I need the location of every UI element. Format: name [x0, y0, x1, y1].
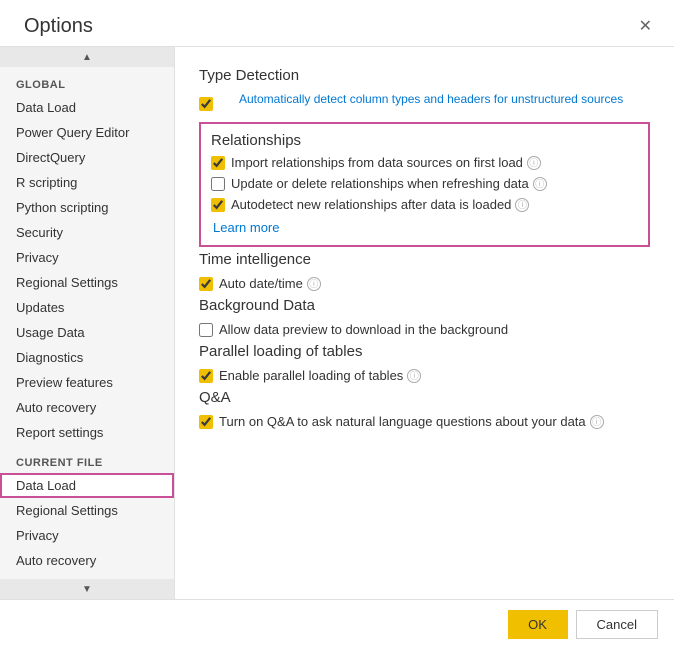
background-data-title: Background Data	[199, 297, 650, 314]
sidebar-item-cf-data-load[interactable]: Data Load	[0, 473, 174, 498]
sidebar-item-diagnostics[interactable]: Diagnostics	[0, 345, 174, 370]
sidebar-item-report-settings[interactable]: Report settings	[0, 420, 174, 445]
relationships-checkbox-3[interactable]	[211, 198, 225, 212]
sidebar-item-cf-auto-recovery[interactable]: Auto recovery	[0, 548, 174, 573]
info-icon-3: ⓘ	[515, 198, 529, 212]
qa-section: Q&A Turn on Q&A to ask natural language …	[199, 389, 650, 429]
sidebar-item-security[interactable]: Security	[0, 220, 174, 245]
qa-label: Turn on Q&A to ask natural language ques…	[219, 414, 586, 429]
dialog-title: Options	[24, 15, 93, 38]
background-data-label: Allow data preview to download in the ba…	[219, 322, 508, 337]
sidebar-item-preview-features[interactable]: Preview features	[0, 370, 174, 395]
time-intelligence-option: Auto date/time ⓘ	[199, 276, 650, 291]
qa-title: Q&A	[199, 389, 650, 406]
parallel-loading-checkbox[interactable]	[199, 369, 213, 383]
time-intelligence-checkbox[interactable]	[199, 277, 213, 291]
time-intelligence-title: Time intelligence	[199, 251, 650, 268]
sidebar-item-usage-data[interactable]: Usage Data	[0, 320, 174, 345]
sidebar-item-direct-query[interactable]: DirectQuery	[0, 145, 174, 170]
sidebar: ▲ GLOBAL Data Load Power Query Editor Di…	[0, 47, 175, 599]
relationships-option-1: Import relationships from data sources o…	[211, 155, 638, 170]
learn-more-link[interactable]: Learn more	[213, 220, 279, 235]
sidebar-item-updates[interactable]: Updates	[0, 295, 174, 320]
relationships-checkbox-2[interactable]	[211, 177, 225, 191]
sidebar-item-data-load[interactable]: Data Load	[0, 95, 174, 120]
time-intelligence-section: Time intelligence Auto date/time ⓘ	[199, 251, 650, 291]
time-intelligence-info-icon: ⓘ	[307, 277, 321, 291]
sidebar-item-regional-settings[interactable]: Regional Settings	[0, 270, 174, 295]
background-data-option: Allow data preview to download in the ba…	[199, 322, 650, 337]
info-icon-1: ⓘ	[527, 156, 541, 170]
parallel-loading-label: Enable parallel loading of tables	[219, 368, 403, 383]
type-detection-option: Automatically detect column types and he…	[199, 92, 650, 116]
scroll-up-button[interactable]: ▲	[0, 47, 174, 67]
relationships-checkbox-1[interactable]	[211, 156, 225, 170]
scroll-down-button[interactable]: ▼	[0, 579, 174, 599]
type-detection-section: Type Detection Automatically detect colu…	[199, 67, 650, 116]
qa-checkbox[interactable]	[199, 415, 213, 429]
relationships-section: Relationships Import relationships from …	[199, 122, 650, 247]
type-detection-checkbox[interactable]	[199, 97, 213, 111]
relationships-label-2: Update or delete relationships when refr…	[231, 176, 529, 191]
parallel-loading-section: Parallel loading of tables Enable parall…	[199, 343, 650, 383]
global-section-label: GLOBAL	[0, 67, 174, 95]
current-file-section-label: CURRENT FILE	[0, 445, 174, 473]
ok-button[interactable]: OK	[508, 610, 568, 639]
title-bar: Options ✕	[0, 0, 674, 46]
options-dialog: Options ✕ ▲ GLOBAL Data Load Power Query…	[0, 0, 674, 649]
parallel-loading-info-icon: ⓘ	[407, 369, 421, 383]
sidebar-scroll: GLOBAL Data Load Power Query Editor Dire…	[0, 67, 174, 579]
dialog-body: ▲ GLOBAL Data Load Power Query Editor Di…	[0, 46, 674, 599]
qa-option: Turn on Q&A to ask natural language ques…	[199, 414, 650, 429]
background-data-section: Background Data Allow data preview to do…	[199, 297, 650, 337]
relationships-option-3: Autodetect new relationships after data …	[211, 197, 638, 212]
sidebar-item-python-scripting[interactable]: Python scripting	[0, 195, 174, 220]
background-data-checkbox[interactable]	[199, 323, 213, 337]
time-intelligence-label: Auto date/time	[219, 276, 303, 291]
relationships-label-3: Autodetect new relationships after data …	[231, 197, 511, 212]
main-content: Type Detection Automatically detect colu…	[175, 47, 674, 599]
sidebar-item-auto-recovery[interactable]: Auto recovery	[0, 395, 174, 420]
type-detection-title: Type Detection	[199, 67, 650, 84]
parallel-loading-option: Enable parallel loading of tables ⓘ	[199, 368, 650, 383]
type-detection-text: Automatically detect column types and he…	[239, 92, 623, 106]
dialog-footer: OK Cancel	[0, 599, 674, 649]
info-icon-2: ⓘ	[533, 177, 547, 191]
qa-info-icon: ⓘ	[590, 415, 604, 429]
sidebar-item-privacy[interactable]: Privacy	[0, 245, 174, 270]
sidebar-item-power-query-editor[interactable]: Power Query Editor	[0, 120, 174, 145]
relationships-option-2: Update or delete relationships when refr…	[211, 176, 638, 191]
relationships-label-1: Import relationships from data sources o…	[231, 155, 523, 170]
cancel-button[interactable]: Cancel	[576, 610, 658, 639]
sidebar-item-cf-regional-settings[interactable]: Regional Settings	[0, 498, 174, 523]
sidebar-item-cf-privacy[interactable]: Privacy	[0, 523, 174, 548]
relationships-title: Relationships	[211, 132, 638, 149]
parallel-loading-title: Parallel loading of tables	[199, 343, 650, 360]
close-button[interactable]: ✕	[633, 14, 658, 38]
sidebar-item-r-scripting[interactable]: R scripting	[0, 170, 174, 195]
